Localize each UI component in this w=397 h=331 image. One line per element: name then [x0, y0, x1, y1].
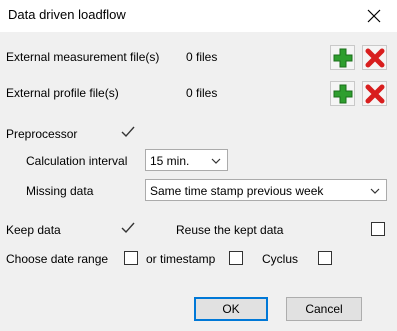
x-icon: [365, 48, 385, 68]
dialog: Data driven loadflow External measuremen…: [0, 0, 397, 331]
choose-date-range-label: Choose date range: [6, 252, 109, 266]
plus-icon: [333, 48, 353, 68]
missing-data-label: Missing data: [26, 184, 94, 198]
cyclus-checkbox[interactable]: [318, 251, 332, 265]
choose-date-range-checkbox[interactable]: [124, 251, 138, 265]
reuse-kept-data-checkbox[interactable]: [371, 222, 385, 236]
calculation-interval-label: Calculation interval: [26, 154, 128, 168]
window-title: Data driven loadflow: [8, 7, 126, 22]
cyclus-label: Cyclus: [262, 252, 299, 266]
calculation-interval-select[interactable]: 15 min.: [145, 149, 228, 171]
plus-icon: [333, 84, 353, 104]
chevron-down-icon: [211, 158, 221, 164]
keep-data-checkbox[interactable]: [120, 221, 135, 235]
close-button[interactable]: [351, 0, 397, 32]
x-icon: [365, 84, 385, 104]
or-timestamp-checkbox[interactable]: [229, 251, 243, 265]
add-profile-file-button[interactable]: [330, 81, 355, 106]
external-measurement-count: 0 files: [186, 50, 218, 64]
checkmark-icon: [121, 126, 135, 138]
cancel-button[interactable]: Cancel: [286, 297, 362, 321]
missing-data-value: Same time stamp previous week: [150, 184, 324, 198]
calculation-interval-value: 15 min.: [150, 154, 190, 168]
remove-measurement-file-button[interactable]: [362, 45, 387, 70]
chevron-down-icon: [370, 188, 380, 194]
external-measurement-label: External measurement file(s): [6, 50, 160, 64]
title-bar: Data driven loadflow: [0, 0, 397, 32]
add-measurement-file-button[interactable]: [330, 45, 355, 70]
preprocessor-checkbox[interactable]: [120, 125, 135, 139]
checkmark-icon: [121, 222, 135, 234]
missing-data-select[interactable]: Same time stamp previous week: [145, 179, 387, 201]
ok-button[interactable]: OK: [194, 297, 268, 321]
or-timestamp-label: or timestamp: [146, 252, 216, 266]
close-icon: [367, 9, 381, 23]
preprocessor-label: Preprocessor: [6, 127, 78, 141]
keep-data-label: Keep data: [6, 223, 61, 237]
remove-profile-file-button[interactable]: [362, 81, 387, 106]
external-profile-count: 0 files: [186, 86, 218, 100]
external-profile-label: External profile file(s): [6, 86, 119, 100]
reuse-kept-data-label: Reuse the kept data: [176, 223, 284, 237]
